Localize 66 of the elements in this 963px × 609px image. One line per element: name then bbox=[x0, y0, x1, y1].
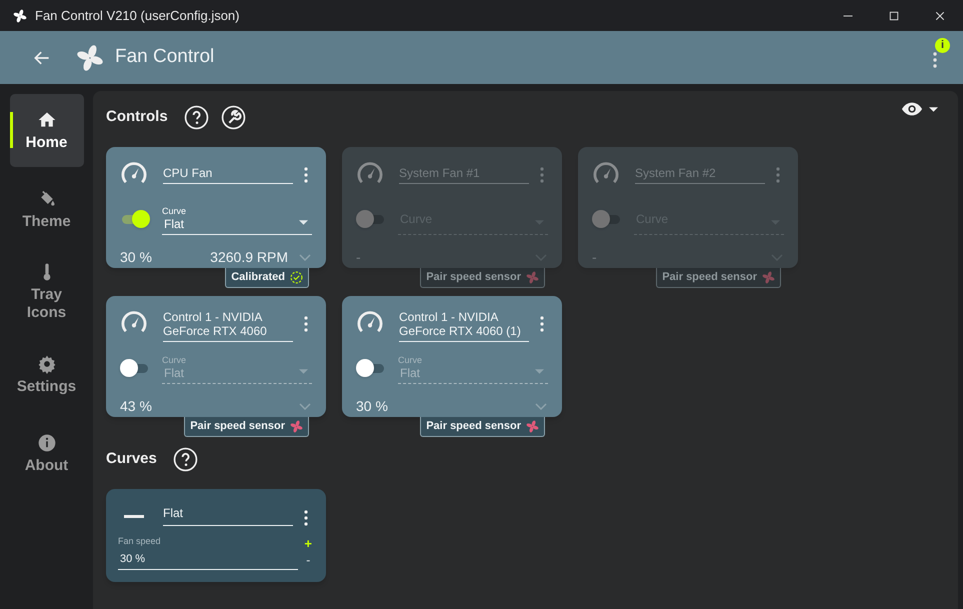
flat-line-icon bbox=[124, 515, 144, 518]
visibility-button[interactable] bbox=[901, 101, 938, 117]
toggle-switch[interactable] bbox=[120, 358, 150, 378]
speed-percent: 43 % bbox=[120, 397, 152, 416]
dropdown-caret-icon bbox=[535, 369, 544, 374]
settings-icon bbox=[36, 354, 56, 374]
dropdown-caret-icon bbox=[299, 220, 308, 225]
close-icon bbox=[934, 10, 946, 22]
calibrated-badge[interactable]: Calibrated bbox=[225, 268, 309, 288]
fan-rpm: 3260.9 RPM bbox=[210, 248, 288, 267]
chevron-down-icon bbox=[535, 403, 547, 410]
fan-icon bbox=[762, 271, 775, 284]
pair-speed-sensor-button[interactable]: Pair speed sensor bbox=[420, 417, 545, 437]
eye-icon bbox=[901, 101, 923, 117]
speed-percent: 30 % bbox=[120, 248, 152, 267]
help-icon bbox=[184, 104, 209, 130]
chevron-down-icon bbox=[299, 254, 311, 261]
speed-percent: 30 % bbox=[356, 397, 388, 416]
window-title: Fan Control V210 (userConfig.json) bbox=[35, 6, 240, 25]
fan-icon bbox=[526, 271, 539, 284]
curve-name-field[interactable]: Flat bbox=[163, 499, 293, 526]
curve-select[interactable]: Curve Flat bbox=[162, 203, 312, 235]
tools-button[interactable] bbox=[220, 104, 246, 130]
maximize-icon bbox=[888, 10, 900, 22]
fan-icon bbox=[526, 420, 539, 433]
fan-name-field[interactable]: Control 1 - NVIDIA GeForce RTX 4060 bbox=[163, 306, 293, 342]
selection-indicator bbox=[10, 112, 12, 148]
fan-icon bbox=[290, 420, 303, 433]
section-title: Curves bbox=[106, 448, 157, 469]
speed-percent: - bbox=[356, 248, 361, 267]
check-circle-icon bbox=[290, 271, 303, 284]
fan-icon bbox=[76, 44, 104, 72]
more-icon bbox=[540, 316, 544, 332]
increase-button[interactable]: + bbox=[304, 537, 312, 550]
help-button[interactable] bbox=[172, 446, 198, 472]
dropdown-caret-icon bbox=[299, 369, 308, 374]
decrease-button[interactable]: - bbox=[306, 554, 310, 566]
help-button[interactable] bbox=[184, 104, 209, 130]
toggle-switch[interactable] bbox=[356, 358, 386, 378]
section-title: Controls bbox=[106, 106, 168, 127]
help-icon bbox=[172, 446, 198, 472]
speed-percent: - bbox=[592, 248, 597, 267]
app-title: Fan Control bbox=[115, 45, 214, 70]
pair-speed-sensor-button[interactable]: Pair speed sensor bbox=[184, 417, 309, 437]
sidebar-item[interactable]: Home bbox=[10, 94, 84, 167]
caret-icon bbox=[929, 106, 938, 112]
more-icon bbox=[540, 167, 544, 183]
sidebar-item[interactable]: Tray Icons bbox=[10, 252, 84, 332]
more-icon bbox=[933, 52, 937, 68]
sidebar-item[interactable]: Settings bbox=[10, 338, 84, 411]
fan-icon bbox=[13, 8, 27, 22]
fan-speed-field[interactable]: Fan speed 30 % bbox=[118, 536, 298, 570]
info-icon bbox=[36, 432, 56, 452]
more-icon bbox=[776, 167, 780, 183]
sidebar-item[interactable]: About bbox=[10, 417, 84, 490]
more-icon bbox=[304, 510, 308, 526]
toggle-switch[interactable] bbox=[120, 209, 150, 229]
sidebar-item[interactable]: Theme bbox=[10, 173, 84, 246]
fan-name-field[interactable]: Control 1 - NVIDIA GeForce RTX 4060 (1) bbox=[399, 306, 529, 342]
notification-badge: i bbox=[935, 38, 950, 53]
fan-name-field[interactable]: CPU Fan bbox=[163, 157, 293, 184]
home-icon bbox=[36, 110, 56, 130]
more-icon bbox=[304, 316, 308, 332]
more-icon bbox=[304, 167, 308, 183]
wrench-icon bbox=[220, 104, 246, 130]
chevron-down-icon bbox=[299, 403, 311, 410]
